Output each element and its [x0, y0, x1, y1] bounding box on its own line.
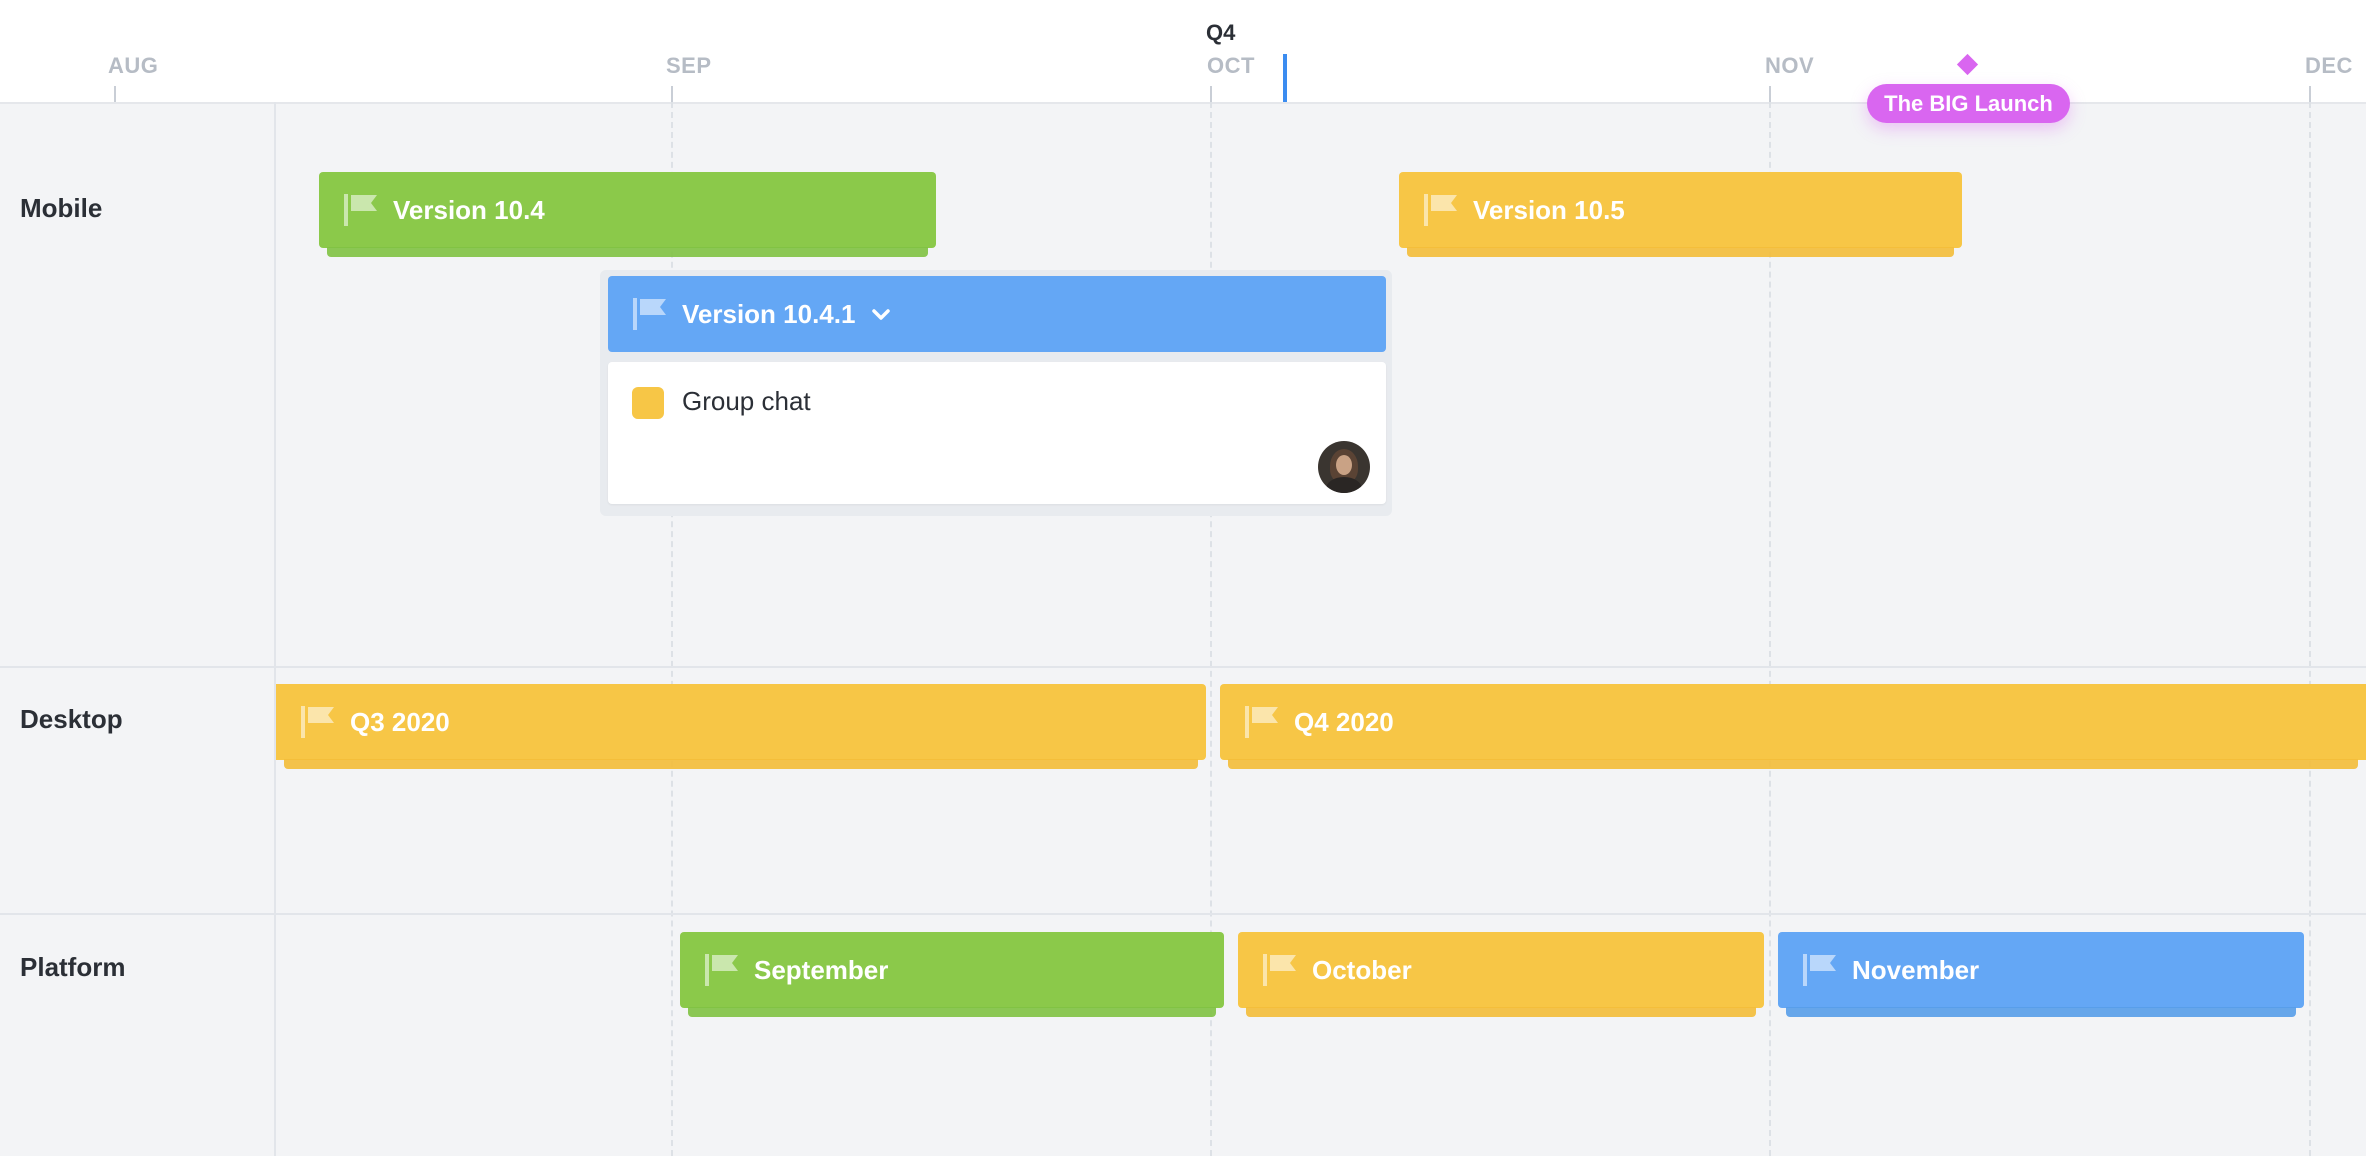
chevron-down-icon[interactable] — [869, 302, 893, 326]
month-tick — [1210, 86, 1212, 102]
lane-label-mobile: Mobile — [20, 193, 103, 223]
flag-icon — [1424, 194, 1457, 226]
bar-label: Q4 2020 — [1294, 706, 1394, 737]
month-label-oct: OCT — [1207, 53, 1255, 78]
bar-q4-2020[interactable]: Q4 2020 — [1220, 684, 2366, 769]
milestone-diamond-icon[interactable] — [1956, 53, 1979, 76]
lane-divider — [0, 666, 2366, 668]
flag-icon — [1803, 954, 1836, 986]
bar-september[interactable]: September — [680, 932, 1224, 1017]
avatar[interactable] — [1318, 441, 1370, 493]
quarter-label: Q4 — [1206, 20, 1236, 45]
bar-version-10-4-1[interactable]: Version 10.4.1 — [608, 276, 1386, 352]
bar-label: October — [1312, 954, 1412, 985]
task-card-group-chat[interactable]: Group chat — [608, 362, 1386, 504]
month-label-sep: SEP — [666, 53, 712, 78]
today-marker — [1283, 54, 1287, 102]
lane-label-platform: Platform — [20, 952, 126, 982]
flag-icon — [1245, 706, 1278, 738]
month-tick — [114, 86, 116, 102]
label-column-divider — [274, 102, 276, 1156]
flag-icon — [301, 706, 334, 738]
bar-label: Version 10.4 — [393, 194, 545, 225]
flag-icon — [344, 194, 377, 226]
flag-icon — [705, 954, 738, 986]
month-label-nov: NOV — [1765, 53, 1815, 78]
bar-label: Version 10.4.1 — [682, 298, 856, 329]
grid-line-sep — [671, 102, 673, 1156]
month-tick — [1769, 86, 1771, 102]
bar-label: September — [754, 954, 889, 985]
bar-q3-2020[interactable]: Q3 2020 — [276, 684, 1206, 769]
flag-icon — [633, 298, 666, 330]
bar-november[interactable]: November — [1778, 932, 2304, 1017]
month-label-aug: AUG — [108, 53, 159, 78]
status-swatch — [632, 387, 664, 419]
bar-version-10-5[interactable]: Version 10.5 — [1399, 172, 1962, 257]
avatar-body — [1326, 477, 1362, 493]
grid-line-dec — [2309, 102, 2311, 1156]
lane-divider — [0, 913, 2366, 915]
bar-label: Version 10.5 — [1473, 194, 1625, 225]
bar-label: November — [1852, 954, 1980, 985]
bar-label: Q3 2020 — [350, 706, 450, 737]
lane-label-desktop: Desktop — [20, 704, 123, 734]
bar-version-10-4[interactable]: Version 10.4 — [319, 172, 936, 257]
grid-line-nov — [1769, 102, 1771, 1156]
bar-october[interactable]: October — [1238, 932, 1764, 1017]
month-label-dec: DEC — [2305, 53, 2353, 78]
flag-icon — [1263, 954, 1296, 986]
avatar-face — [1336, 455, 1352, 475]
month-tick — [2309, 86, 2311, 102]
milestone-pill[interactable]: The BIG Launch — [1867, 84, 2070, 123]
month-tick — [671, 86, 673, 102]
card-title: Group chat — [682, 386, 811, 416]
